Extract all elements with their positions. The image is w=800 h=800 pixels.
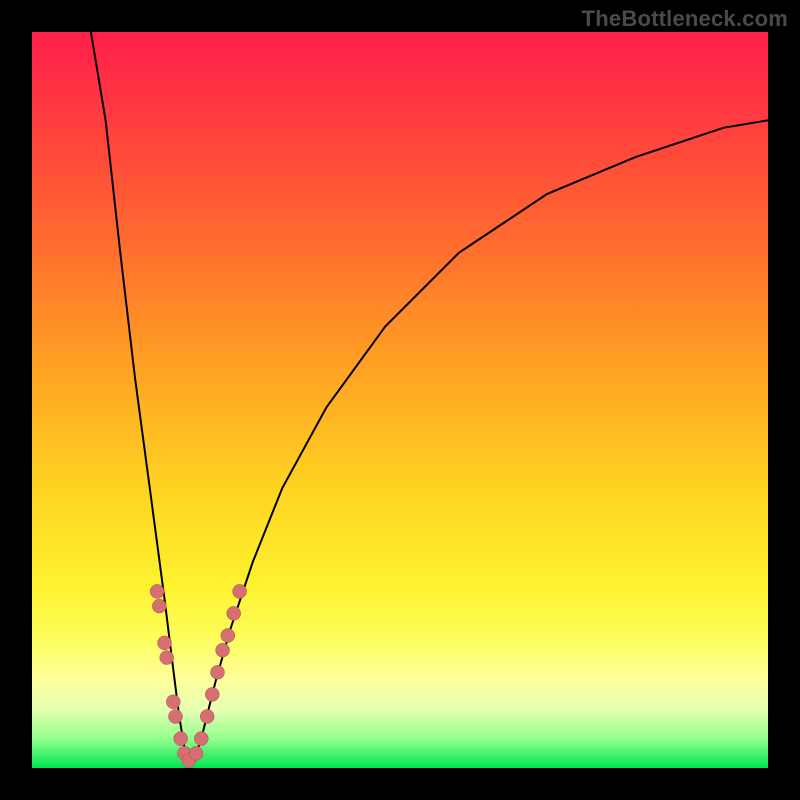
data-point: [189, 746, 203, 760]
chart-svg: [32, 32, 768, 768]
data-point: [200, 710, 214, 724]
left-cluster-dots: [150, 584, 196, 767]
bottleneck-curve: [91, 32, 768, 761]
data-point: [233, 584, 247, 598]
data-point: [169, 710, 183, 724]
data-point: [152, 599, 166, 613]
data-point: [166, 695, 180, 709]
data-point: [227, 606, 241, 620]
watermark-text: TheBottleneck.com: [582, 6, 788, 32]
data-point: [158, 636, 172, 650]
data-point: [216, 643, 230, 657]
plot-area: [32, 32, 768, 768]
data-point: [205, 687, 219, 701]
data-point: [211, 665, 225, 679]
right-cluster-dots: [189, 584, 247, 760]
chart-frame: TheBottleneck.com: [0, 0, 800, 800]
data-point: [194, 732, 208, 746]
data-point: [160, 651, 174, 665]
data-point: [221, 629, 235, 643]
data-point: [150, 584, 164, 598]
data-point: [174, 732, 188, 746]
